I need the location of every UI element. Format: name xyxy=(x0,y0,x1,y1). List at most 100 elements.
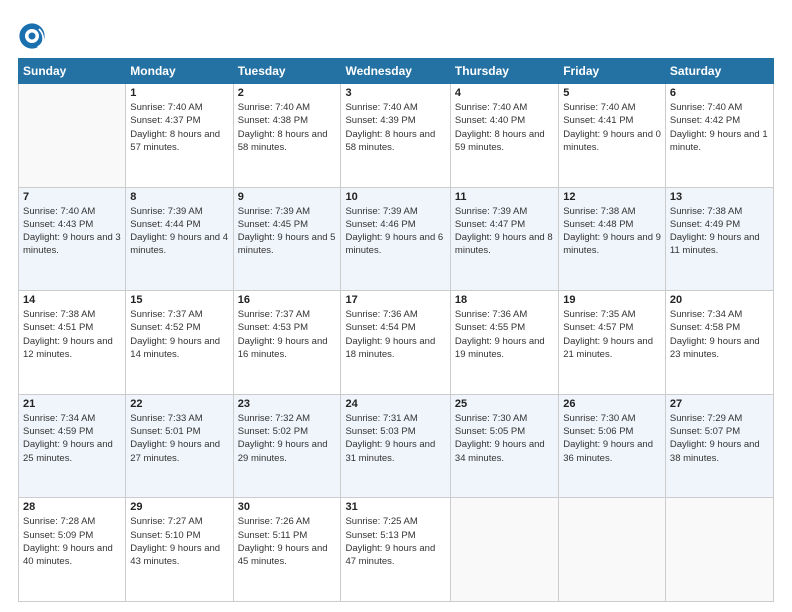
day-info: Sunrise: 7:37 AMSunset: 4:52 PMDaylight:… xyxy=(130,308,228,361)
day-number: 14 xyxy=(23,294,121,306)
day-info: Sunrise: 7:26 AMSunset: 5:11 PMDaylight:… xyxy=(238,515,337,568)
day-cell: 10Sunrise: 7:39 AMSunset: 4:46 PMDayligh… xyxy=(341,187,450,291)
day-info: Sunrise: 7:35 AMSunset: 4:57 PMDaylight:… xyxy=(563,308,661,361)
day-info: Sunrise: 7:38 AMSunset: 4:48 PMDaylight:… xyxy=(563,205,661,258)
day-info: Sunrise: 7:36 AMSunset: 4:55 PMDaylight:… xyxy=(455,308,554,361)
day-number: 1 xyxy=(130,87,228,99)
day-number: 29 xyxy=(130,501,228,513)
weekday-header-saturday: Saturday xyxy=(665,59,773,84)
day-number: 7 xyxy=(23,191,121,203)
day-cell: 13 Sunrise: 7:38 AMSunset: 4:49 PMDayligh… xyxy=(665,187,773,291)
day-number: 24 xyxy=(345,398,445,410)
day-cell: 28Sunrise: 7:28 AMSunset: 5:09 PMDayligh… xyxy=(19,498,126,602)
day-number: 2 xyxy=(238,87,337,99)
day-number: 26 xyxy=(563,398,661,410)
day-number: 6 xyxy=(670,87,769,99)
day-cell: 7Sunrise: 7:40 AMSunset: 4:43 PMDaylight… xyxy=(19,187,126,291)
day-cell: 16 Sunrise: 7:37 AMSunset: 4:53 PMDayligh… xyxy=(233,291,341,395)
day-cell xyxy=(19,84,126,188)
day-cell xyxy=(665,498,773,602)
day-info: Sunrise: 7:34 AMSunset: 4:59 PMDaylight:… xyxy=(23,412,121,465)
day-number: 22 xyxy=(130,398,228,410)
day-info: Sunrise: 7:30 AMSunset: 5:06 PMDaylight:… xyxy=(563,412,661,465)
header xyxy=(18,18,774,50)
day-info: Sunrise: 7:40 AMSunset: 4:40 PMDaylight:… xyxy=(455,101,554,154)
week-row-5: 28Sunrise: 7:28 AMSunset: 5:09 PMDayligh… xyxy=(19,498,774,602)
weekday-header-wednesday: Wednesday xyxy=(341,59,450,84)
day-number: 3 xyxy=(345,87,445,99)
day-number: 30 xyxy=(238,501,337,513)
day-cell: 29 Sunrise: 7:27 AMSunset: 5:10 PMDayligh… xyxy=(126,498,233,602)
day-number: 16 xyxy=(238,294,337,306)
day-cell: 15 Sunrise: 7:37 AMSunset: 4:52 PMDayligh… xyxy=(126,291,233,395)
day-info: Sunrise: 7:27 AMSunset: 5:10 PMDaylight:… xyxy=(130,515,228,568)
day-info: Sunrise: 7:28 AMSunset: 5:09 PMDaylight:… xyxy=(23,515,121,568)
day-info: Sunrise: 7:39 AMSunset: 4:44 PMDaylight:… xyxy=(130,205,228,258)
weekday-header-row: SundayMondayTuesdayWednesdayThursdayFrid… xyxy=(19,59,774,84)
day-cell: 3 Sunrise: 7:40 AMSunset: 4:39 PMDaylight… xyxy=(341,84,450,188)
weekday-header-tuesday: Tuesday xyxy=(233,59,341,84)
day-cell: 27Sunrise: 7:29 AMSunset: 5:07 PMDayligh… xyxy=(665,394,773,498)
day-info: Sunrise: 7:30 AMSunset: 5:05 PMDaylight:… xyxy=(455,412,554,465)
day-cell: 17 Sunrise: 7:36 AMSunset: 4:54 PMDayligh… xyxy=(341,291,450,395)
day-number: 5 xyxy=(563,87,661,99)
day-cell: 8 Sunrise: 7:39 AMSunset: 4:44 PMDaylight… xyxy=(126,187,233,291)
day-info: Sunrise: 7:37 AMSunset: 4:53 PMDaylight:… xyxy=(238,308,337,361)
day-cell xyxy=(559,498,666,602)
day-info: Sunrise: 7:32 AMSunset: 5:02 PMDaylight:… xyxy=(238,412,337,465)
day-info: Sunrise: 7:39 AMSunset: 4:45 PMDaylight:… xyxy=(238,205,337,258)
day-number: 23 xyxy=(238,398,337,410)
day-number: 8 xyxy=(130,191,228,203)
day-info: Sunrise: 7:31 AMSunset: 5:03 PMDaylight:… xyxy=(345,412,445,465)
day-number: 25 xyxy=(455,398,554,410)
day-number: 11 xyxy=(455,191,554,203)
day-cell: 1Sunrise: 7:40 AMSunset: 4:37 PMDaylight… xyxy=(126,84,233,188)
day-number: 9 xyxy=(238,191,337,203)
day-cell: 18Sunrise: 7:36 AMSunset: 4:55 PMDayligh… xyxy=(450,291,558,395)
logo-icon xyxy=(18,22,46,50)
day-info: Sunrise: 7:40 AMSunset: 4:42 PMDaylight:… xyxy=(670,101,769,154)
day-cell: 20 Sunrise: 7:34 AMSunset: 4:58 PMDayligh… xyxy=(665,291,773,395)
day-number: 31 xyxy=(345,501,445,513)
day-number: 10 xyxy=(345,191,445,203)
day-info: Sunrise: 7:40 AMSunset: 4:39 PMDaylight:… xyxy=(345,101,445,154)
day-info: Sunrise: 7:36 AMSunset: 4:54 PMDaylight:… xyxy=(345,308,445,361)
day-cell: 9 Sunrise: 7:39 AMSunset: 4:45 PMDaylight… xyxy=(233,187,341,291)
day-number: 17 xyxy=(345,294,445,306)
day-cell: 19 Sunrise: 7:35 AMSunset: 4:57 PMDayligh… xyxy=(559,291,666,395)
day-number: 4 xyxy=(455,87,554,99)
day-cell: 21 Sunrise: 7:34 AMSunset: 4:59 PMDayligh… xyxy=(19,394,126,498)
day-info: Sunrise: 7:34 AMSunset: 4:58 PMDaylight:… xyxy=(670,308,769,361)
weekday-header-thursday: Thursday xyxy=(450,59,558,84)
day-number: 12 xyxy=(563,191,661,203)
day-cell: 22Sunrise: 7:33 AMSunset: 5:01 PMDayligh… xyxy=(126,394,233,498)
week-row-2: 7Sunrise: 7:40 AMSunset: 4:43 PMDaylight… xyxy=(19,187,774,291)
day-cell: 6 Sunrise: 7:40 AMSunset: 4:42 PMDaylight… xyxy=(665,84,773,188)
week-row-1: 1Sunrise: 7:40 AMSunset: 4:37 PMDaylight… xyxy=(19,84,774,188)
day-number: 21 xyxy=(23,398,121,410)
day-number: 19 xyxy=(563,294,661,306)
day-cell: 23 Sunrise: 7:32 AMSunset: 5:02 PMDayligh… xyxy=(233,394,341,498)
day-cell: 26 Sunrise: 7:30 AMSunset: 5:06 PMDayligh… xyxy=(559,394,666,498)
day-info: Sunrise: 7:29 AMSunset: 5:07 PMDaylight:… xyxy=(670,412,769,465)
week-row-4: 21 Sunrise: 7:34 AMSunset: 4:59 PMDayligh… xyxy=(19,394,774,498)
day-number: 20 xyxy=(670,294,769,306)
day-cell: 5Sunrise: 7:40 AMSunset: 4:41 PMDaylight… xyxy=(559,84,666,188)
day-info: Sunrise: 7:39 AMSunset: 4:47 PMDaylight:… xyxy=(455,205,554,258)
calendar-table: SundayMondayTuesdayWednesdayThursdayFrid… xyxy=(18,58,774,602)
day-cell: 2 Sunrise: 7:40 AMSunset: 4:38 PMDaylight… xyxy=(233,84,341,188)
day-number: 15 xyxy=(130,294,228,306)
day-cell: 4 Sunrise: 7:40 AMSunset: 4:40 PMDaylight… xyxy=(450,84,558,188)
page: SundayMondayTuesdayWednesdayThursdayFrid… xyxy=(0,0,792,612)
day-cell xyxy=(450,498,558,602)
week-row-3: 14Sunrise: 7:38 AMSunset: 4:51 PMDayligh… xyxy=(19,291,774,395)
day-number: 13 xyxy=(670,191,769,203)
day-cell: 31Sunrise: 7:25 AMSunset: 5:13 PMDayligh… xyxy=(341,498,450,602)
day-cell: 12 Sunrise: 7:38 AMSunset: 4:48 PMDayligh… xyxy=(559,187,666,291)
weekday-header-sunday: Sunday xyxy=(19,59,126,84)
day-cell: 25 Sunrise: 7:30 AMSunset: 5:05 PMDayligh… xyxy=(450,394,558,498)
weekday-header-friday: Friday xyxy=(559,59,666,84)
day-info: Sunrise: 7:38 AMSunset: 4:49 PMDaylight:… xyxy=(670,205,769,258)
day-cell: 11 Sunrise: 7:39 AMSunset: 4:47 PMDayligh… xyxy=(450,187,558,291)
day-info: Sunrise: 7:40 AMSunset: 4:38 PMDaylight:… xyxy=(238,101,337,154)
